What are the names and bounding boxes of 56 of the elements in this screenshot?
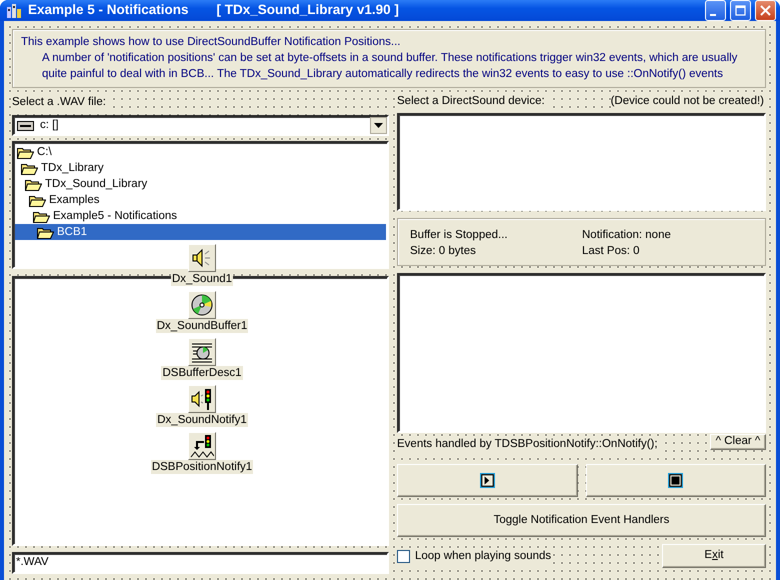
loop-label: Loop when playing sounds <box>415 548 552 564</box>
stop-button[interactable] <box>586 464 766 497</box>
events-label: Events handled by TDSBPositionNotify::OnNotify(); <box>397 437 660 452</box>
maximize-button[interactable] <box>730 0 751 21</box>
folder-item[interactable]: TDx_Library <box>15 160 386 176</box>
component-name: Dx_SoundNotify1 <box>156 413 248 427</box>
minimize-icon <box>710 14 716 16</box>
toggle-handlers-button[interactable]: Toggle Notification Event Handlers <box>397 504 766 537</box>
loop-checkbox[interactable] <box>397 550 410 562</box>
minimize-button[interactable] <box>705 0 726 21</box>
window-subtitle: [ TDx_Sound_Library v1.90 ] <box>216 1 399 20</box>
component-icon[interactable] <box>188 385 216 413</box>
device-error: (Device could not be created!) <box>610 94 766 109</box>
device-label: Select a DirectSound device: <box>397 94 547 109</box>
clear-button[interactable]: ^ Clear ^ <box>710 434 766 450</box>
info-heading: This example shows how to use DirectSoundBuffer Notification Positions... <box>21 35 402 50</box>
folder-item[interactable]: Examples <box>15 192 386 208</box>
drive-combobox[interactable]: c: [] <box>12 115 389 136</box>
component-name: Dx_Sound1 <box>170 272 234 286</box>
folder-icon <box>29 194 46 207</box>
notification-text: Notification: none <box>582 228 672 243</box>
folder-item[interactable]: TDx_Sound_Library <box>15 176 386 192</box>
app-icon <box>6 2 22 18</box>
maximize-icon <box>734 4 747 17</box>
info-text: A number of 'notification positions' can be set at byte-offsets in a sound buffer. These notifications trigger win32 events, which are usually quite painful to deal with in BCB... The TDx_Sound_Library automatically redirects the win32 events to easy to use ::OnNotify() events <box>41 51 738 82</box>
play-button[interactable] <box>397 464 578 497</box>
folder-icon <box>37 226 54 239</box>
folder-item[interactable]: BCB1 <box>15 224 386 240</box>
folder-item[interactable]: C:\ <box>15 144 386 160</box>
folder-icon <box>17 146 34 159</box>
component-name: DSBPositionNotify1 <box>150 460 254 474</box>
component-name: Dx_SoundBuffer1 <box>156 319 248 333</box>
folder-item[interactable]: Example5 - Notifications <box>15 208 386 224</box>
component-icon[interactable] <box>188 244 216 272</box>
folder-icon <box>21 162 38 175</box>
folder-list[interactable]: C:\ TDx_Library TDx_Sound_Library Examples Example5 - Notifications BCB1 <box>12 141 389 270</box>
play-icon <box>480 473 495 488</box>
file-label: Select a .WAV file: <box>12 95 108 110</box>
stop-icon <box>668 473 684 488</box>
filter-field[interactable]: *.WAV <box>12 552 389 574</box>
device-list[interactable] <box>397 113 766 211</box>
component-icon[interactable] <box>188 291 216 319</box>
buffer-size: Size: 0 bytes <box>410 244 477 259</box>
exit-button[interactable]: Exit <box>662 544 766 568</box>
close-button[interactable] <box>755 0 776 21</box>
component-icon[interactable] <box>188 432 216 460</box>
component-name: DSBufferDesc1 <box>161 366 243 380</box>
buffer-state: Buffer is Stopped... <box>410 228 509 243</box>
drive-icon <box>17 120 34 131</box>
component-icon[interactable] <box>188 338 216 366</box>
dropdown-icon <box>370 117 387 134</box>
folder-icon <box>33 210 50 223</box>
last-position: Last Pos: 0 <box>582 244 641 259</box>
close-icon <box>759 4 772 17</box>
window-title: Example 5 - Notifications <box>28 1 189 20</box>
folder-icon <box>25 178 42 191</box>
